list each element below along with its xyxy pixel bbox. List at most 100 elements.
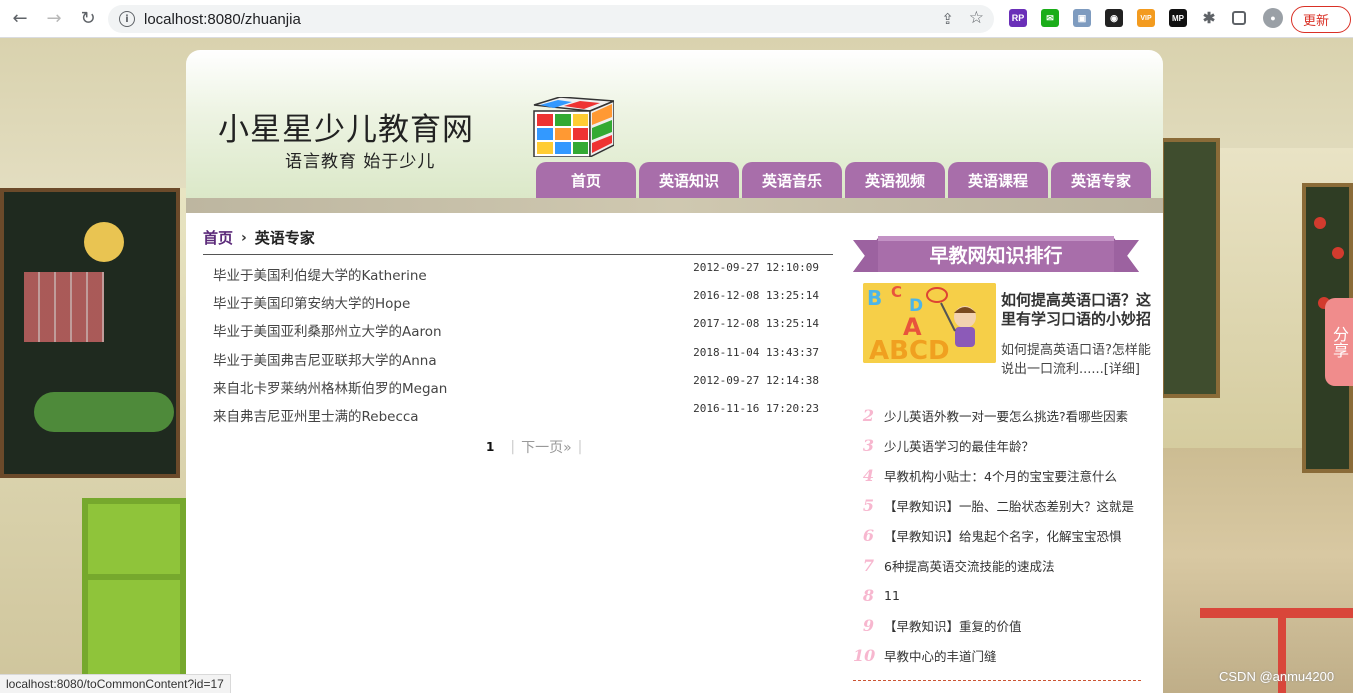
article-date: 2016-12-08 13:25:14 [693, 289, 819, 303]
csdn-watermark: CSDN @anmu4200 [1219, 669, 1335, 684]
featured-article-summary[interactable]: 如何提高英语口语?怎样能说出一口流利......[详细] [1001, 341, 1156, 379]
article-row: 来自北卡罗莱纳州格林斯伯罗的Megan 2012-09-27 12:14:38 [203, 373, 833, 401]
ranking-item: 5 【早教知识】一胎、二胎状态差别大？这就是 [853, 490, 1143, 520]
update-button-label: 更新 [1303, 14, 1330, 29]
profile-avatar-icon[interactable]: ● [1263, 8, 1283, 28]
featured-article-thumbnail[interactable]: B C D A ABCD [863, 283, 996, 363]
rubiks-cube-logo-icon [533, 97, 614, 157]
svg-text:ABCD: ABCD [869, 336, 950, 363]
photos-decoration [24, 272, 104, 342]
article-title-link[interactable]: 来自北卡罗莱纳州格林斯伯罗的Megan [213, 377, 447, 397]
ranking-title: 早教网知识排行 [929, 244, 1063, 267]
pagination: 1 | 下一页» | [486, 437, 588, 457]
ranking-item-link[interactable]: 11 [884, 588, 900, 603]
share-tab-label: 分享 [1330, 326, 1349, 358]
article-row: 毕业于美国弗吉尼亚联邦大学的Anna 2018-11-04 13:43:37 [203, 345, 833, 373]
site-container: 小星星少儿教育网 语言教育 始于少儿 首页 英语知识 英语音乐 英语视频 英语课… [186, 50, 1163, 693]
breadcrumb-home-link[interactable]: 首页 [203, 227, 233, 248]
ranking-item: 8 11 [853, 580, 1143, 610]
share-page-icon[interactable]: ⇪ [941, 10, 954, 28]
browser-status-url: localhost:8080/toCommonContent?id=17 [0, 674, 231, 693]
breadcrumb-current: 英语专家 [254, 229, 315, 247]
article-date: 2012-09-27 12:14:38 [693, 373, 819, 387]
browser-toolbar: ← → ↻ i localhost:8080/zhuanjia ⇪ ☆ RP ✉… [0, 0, 1353, 38]
nav-english-music[interactable]: 英语音乐 [742, 162, 842, 198]
ranking-list: 2 少儿英语外教一对一要怎么挑选?看哪些因素 3 少儿英语学习的最佳年龄？ 4 … [853, 400, 1143, 670]
site-info-icon[interactable]: i [119, 11, 135, 27]
extensions-puzzle-icon[interactable]: ✱ [1200, 9, 1218, 27]
pager-divider: | [510, 439, 516, 455]
article-row: 毕业于美国亚利桑那州立大学的Aaron 2017-12-08 13:25:14 [203, 316, 833, 344]
svg-text:C: C [891, 283, 902, 301]
cat-extension-icon[interactable]: ◉ [1105, 9, 1123, 27]
green-shelf-decoration [82, 498, 186, 693]
ranking-number: 8 [862, 585, 874, 605]
next-page-link[interactable]: 下一页» [521, 437, 572, 457]
article-date: 2016-11-16 17:20:23 [693, 401, 819, 415]
ranking-number: 9 [862, 615, 874, 635]
featured-article-title-link[interactable]: 如何提高英语口语？这里有学习口语的小妙招 [1001, 291, 1156, 329]
ranking-item-link[interactable]: 【早教知识】重复的价值 [884, 616, 1022, 635]
ranking-item: 10 早教中心的丰道门缝 [853, 640, 1143, 670]
address-url[interactable]: localhost:8080/zhuanjia [144, 11, 301, 28]
address-bar[interactable]: i localhost:8080/zhuanjia ⇪ ☆ [108, 5, 994, 33]
side-panel-icon[interactable] [1232, 11, 1246, 25]
nav-english-knowledge[interactable]: 英语知识 [639, 162, 739, 198]
rp-extension-icon[interactable]: RP [1009, 9, 1027, 27]
share-floating-tab[interactable]: 分享 [1325, 298, 1353, 386]
article-date: 2018-11-04 13:43:37 [693, 345, 819, 359]
article-date: 2012-09-27 12:10:09 [693, 261, 819, 274]
red-table-decoration [1200, 608, 1353, 618]
ranking-item-link[interactable]: 6种提高英语交流技能的速成法 [884, 556, 1054, 575]
ranking-item-link[interactable]: 早教机构小贴士：4个月的宝宝要注意什么 [884, 466, 1117, 485]
ranking-item-link[interactable]: 【早教知识】一胎、二胎状态差别大？这就是 [884, 496, 1134, 515]
ranking-item-link[interactable]: 早教中心的丰道门缝 [884, 646, 997, 665]
article-title-link[interactable]: 毕业于美国弗吉尼亚联邦大学的Anna [213, 349, 437, 369]
crocodile-decoration [34, 392, 174, 432]
breadcrumb-underline [203, 254, 833, 255]
kid-with-net-illustration: B C D A ABCD [863, 283, 996, 363]
ranking-item: 6 【早教知识】给鬼起个名字，化解宝宝恐惧 [853, 520, 1143, 550]
nav-home[interactable]: 首页 [536, 162, 636, 198]
ranking-number: 10 [853, 645, 876, 665]
mp-extension-icon[interactable]: MP [1169, 9, 1187, 27]
ranking-item: 3 少儿英语学习的最佳年龄？ [853, 430, 1143, 460]
bookmark-star-icon[interactable]: ☆ [969, 8, 984, 28]
vip-extension-icon[interactable]: VIP [1137, 9, 1155, 27]
back-icon[interactable]: ← [6, 5, 34, 33]
breadcrumb: 首页 › 英语专家 [203, 227, 315, 248]
ranking-item-link[interactable]: 少儿英语学习的最佳年龄？ [884, 436, 1034, 455]
article-row: 来自弗吉尼亚州里士满的Rebecca 2016-11-16 17:20:23 [203, 401, 833, 429]
page-current: 1 [486, 440, 495, 454]
nav-english-experts[interactable]: 英语专家 [1051, 162, 1151, 198]
article-title-link[interactable]: 毕业于美国印第安纳大学的Hope [213, 292, 410, 312]
article-title-link[interactable]: 毕业于美国利伯缇大学的Katherine [213, 264, 427, 284]
svg-text:B: B [867, 286, 882, 310]
ranking-number: 5 [862, 495, 874, 515]
ranking-item-link[interactable]: 【早教知识】给鬼起个名字，化解宝宝恐惧 [884, 526, 1122, 545]
article-title-link[interactable]: 毕业于美国亚利桑那州立大学的Aaron [213, 320, 442, 340]
ranking-number: 7 [862, 555, 874, 575]
update-button[interactable]: 更新 [1291, 6, 1351, 33]
nav-english-video[interactable]: 英语视频 [845, 162, 945, 198]
site-header: 小星星少儿教育网 语言教育 始于少儿 首页 英语知识 英语音乐 英语视频 英语课… [186, 50, 1163, 198]
ranking-item-link[interactable]: 少儿英语外教一对一要怎么挑选?看哪些因素 [884, 406, 1128, 425]
chevron-right-icon: › [241, 229, 247, 246]
article-row: 毕业于美国利伯缇大学的Katherine 2012-09-27 12:10:09 [203, 260, 833, 288]
article-date: 2017-12-08 13:25:14 [693, 317, 819, 331]
ranking-number: 3 [862, 435, 874, 455]
forward-icon[interactable]: → [40, 5, 68, 33]
ranking-item: 2 少儿英语外教一对一要怎么挑选?看哪些因素 [853, 400, 1143, 430]
image-extension-icon[interactable]: ▣ [1073, 9, 1091, 27]
tree-decoration [84, 222, 124, 262]
reload-icon[interactable]: ↻ [74, 5, 102, 33]
nav-english-courses[interactable]: 英语课程 [948, 162, 1048, 198]
ranking-item: 9 【早教知识】重复的价值 [853, 610, 1143, 640]
site-logo-title[interactable]: 小星星少儿教育网 [218, 104, 474, 149]
chat-extension-icon[interactable]: ✉ [1041, 9, 1059, 27]
article-row: 毕业于美国印第安纳大学的Hope 2016-12-08 13:25:14 [203, 288, 833, 316]
ranking-item: 7 6种提高英语交流技能的速成法 [853, 550, 1143, 580]
article-title-link[interactable]: 来自弗吉尼亚州里士满的Rebecca [213, 405, 419, 425]
article-list: 毕业于美国利伯缇大学的Katherine 2012-09-27 12:10:09… [203, 260, 833, 429]
ranking-number: 4 [862, 465, 874, 485]
